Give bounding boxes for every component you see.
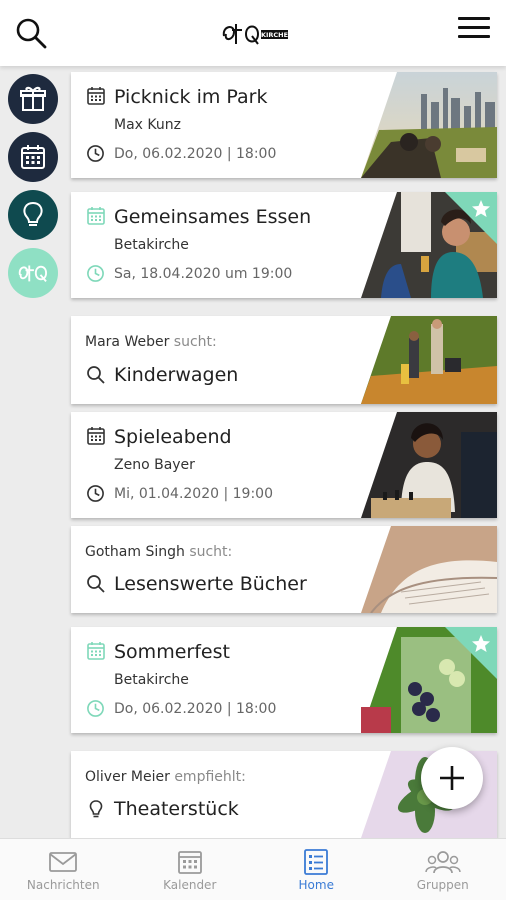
card-subtitle: Betakirche — [114, 237, 189, 253]
app-logo[interactable]: KIRCHE — [218, 14, 290, 54]
add-button[interactable] — [421, 747, 483, 809]
favorite-star-icon[interactable] — [445, 627, 497, 679]
card-verb: sucht: — [189, 544, 233, 560]
event-card-spieleabend[interactable]: Spieleabend Zeno Bayer Mi, 01.04.2020 | … — [71, 412, 497, 518]
nav-item-home[interactable]: Home — [253, 839, 380, 900]
menu-icon[interactable] — [458, 14, 490, 46]
card-title: Sommerfest — [114, 641, 230, 663]
event-photo — [361, 526, 497, 613]
card-datetime: Sa, 18.04.2020 um 19:00 — [114, 266, 293, 282]
calendar-icon — [87, 87, 105, 105]
card-subtitle: Zeno Bayer — [114, 457, 195, 473]
nav-item-gruppen[interactable]: Gruppen — [380, 839, 506, 900]
event-photo — [361, 72, 497, 178]
favorite-star-icon[interactable] — [445, 192, 497, 244]
card-title: Spieleabend — [114, 426, 232, 448]
search-card-kinderwagen[interactable]: Mara Weber sucht: Kinderwagen — [71, 316, 497, 404]
nav-item-kalender[interactable]: Kalender — [127, 839, 254, 900]
card-datetime: Mi, 01.04.2020 | 19:00 — [114, 486, 273, 502]
gift-icon[interactable] — [8, 74, 58, 124]
group-icon — [425, 851, 461, 874]
card-datetime: Do, 06.02.2020 | 18:00 — [114, 701, 277, 717]
card-title: Lesenswerte Bücher — [114, 573, 307, 595]
card-author-line: Mara Weber sucht: — [85, 334, 217, 350]
lightbulb-icon — [89, 800, 103, 818]
plus-icon — [440, 766, 464, 790]
calendar-icon — [87, 427, 105, 445]
calendar-icon[interactable] — [8, 132, 58, 182]
card-author: Oliver Meier — [85, 769, 170, 785]
nav-item-nachrichten[interactable]: Nachrichten — [0, 839, 127, 900]
logo-badge-text: KIRCHE — [261, 31, 288, 39]
bottom-nav: Nachrichten Kalender Home Gruppen — [0, 838, 506, 900]
card-datetime: Do, 06.02.2020 | 18:00 — [114, 146, 277, 162]
app-header: KIRCHE — [0, 0, 506, 66]
card-author-line: Gotham Singh sucht: — [85, 544, 232, 560]
lightbulb-icon[interactable] — [8, 190, 58, 240]
envelope-icon — [49, 852, 78, 872]
nav-label: Kalender — [163, 878, 217, 892]
card-verb: sucht: — [173, 334, 217, 350]
card-author: Mara Weber — [85, 334, 170, 350]
card-title: Picknick im Park — [114, 86, 268, 108]
card-author: Gotham Singh — [85, 544, 185, 560]
clock-icon — [87, 700, 104, 717]
event-card-essen[interactable]: Gemeinsames Essen Betakirche Sa, 18.04.2… — [71, 192, 497, 298]
search-card-buecher[interactable]: Gotham Singh sucht: Lesenswerte Bücher — [71, 526, 497, 613]
card-title: Kinderwagen — [114, 364, 239, 386]
calendar-icon — [87, 642, 105, 660]
event-card-sommerfest[interactable]: Sommerfest Betakirche Do, 06.02.2020 | 1… — [71, 627, 497, 733]
card-subtitle: Betakirche — [114, 672, 189, 688]
search-icon — [87, 575, 105, 593]
calendar-icon — [177, 851, 202, 874]
event-photo — [361, 316, 497, 404]
category-rail — [0, 66, 66, 846]
card-author-line: Oliver Meier empfiehlt: — [85, 769, 246, 785]
nav-label: Home — [298, 878, 334, 892]
card-subtitle: Max Kunz — [114, 117, 181, 133]
church-logo-icon[interactable] — [8, 248, 58, 298]
clock-icon — [87, 265, 104, 282]
clock-icon — [87, 485, 104, 502]
calendar-icon — [87, 207, 105, 225]
clock-icon — [87, 145, 104, 162]
event-card-picknick[interactable]: Picknick im Park Max Kunz Do, 06.02.2020… — [71, 72, 497, 178]
card-title: Theaterstück — [114, 798, 239, 820]
card-title: Gemeinsames Essen — [114, 206, 312, 228]
list-icon — [304, 849, 329, 875]
search-icon[interactable] — [14, 16, 48, 50]
event-photo — [361, 412, 497, 518]
search-icon — [87, 366, 105, 384]
card-verb: empfiehlt: — [174, 769, 246, 785]
nav-label: Gruppen — [416, 878, 469, 892]
nav-label: Nachrichten — [26, 878, 100, 892]
